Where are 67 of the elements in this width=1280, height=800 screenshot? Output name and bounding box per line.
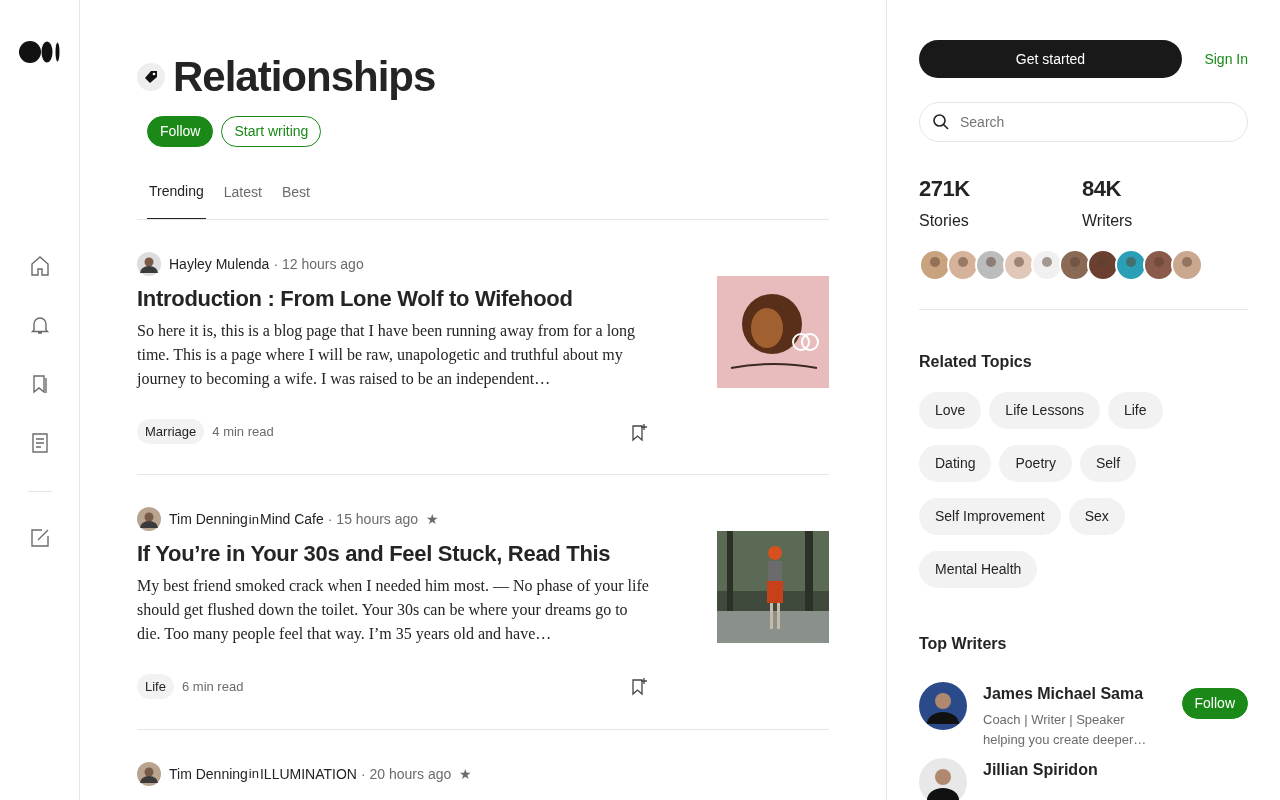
writer-avatar: [1143, 249, 1175, 281]
author-avatar: [137, 507, 161, 532]
topic-pill[interactable]: Sex: [1068, 498, 1125, 535]
read-time: 6 min read: [181, 677, 244, 696]
writer-bio: Coach | Writer | Speaker helping you create deeper…: [983, 711, 1148, 749]
article-title[interactable]: Introduction : From Lone Wolf to Wifehood: [137, 286, 649, 313]
writer-avatar: [1087, 249, 1119, 281]
get-started-button[interactable]: Get started: [919, 40, 1182, 78]
member-label: ★: [426, 509, 440, 529]
writer-name[interactable]: James Michael Sama: [983, 682, 1166, 706]
follow-button[interactable]: Follow: [147, 116, 214, 148]
author-name[interactable]: Hayley Mulenda: [169, 253, 270, 275]
author-name[interactable]: Tim Denning: [169, 508, 248, 530]
topic-pill[interactable]: Mental Health: [919, 551, 1038, 588]
in-label: in: [248, 765, 259, 784]
writer-avatar[interactable]: [919, 758, 967, 800]
topic-tag[interactable]: Life: [137, 673, 174, 700]
member-label: ★: [459, 764, 473, 784]
writer-avatar: [1003, 249, 1035, 281]
topic-pill[interactable]: Self: [1079, 445, 1137, 482]
author-avatar: [137, 762, 161, 787]
section-title: Related Topics: [919, 352, 1033, 372]
publication-name[interactable]: ILLUMINATION: [260, 763, 357, 785]
tab[interactable]: Latest: [221, 181, 264, 220]
writer-avatar: [919, 249, 951, 281]
publication-name[interactable]: Mind Cafe: [260, 508, 324, 530]
topic-title: Relationships: [173, 52, 436, 102]
stat-label: Stories: [919, 211, 970, 231]
writer-avatar[interactable]: [919, 682, 967, 730]
writer-avatar: [947, 249, 979, 281]
article-summary[interactable]: My best friend smoked crack when I needed him most. — No phase of your life should get flushed down the toilet. Your 30s can be where your dreams go to die. Too many people feel that way. I’m 35 years old and have…: [137, 573, 649, 646]
article-title[interactable]: If You’re in Your 30s and Feel Stuck, Read This: [137, 541, 649, 568]
writer-avatar: [975, 249, 1007, 281]
topic-pill[interactable]: Life: [1107, 392, 1163, 429]
stat-value: 271K: [919, 175, 971, 203]
writer-avatar: [1059, 249, 1091, 281]
tab[interactable]: Best: [279, 181, 312, 220]
topic-pill[interactable]: Dating: [919, 445, 992, 482]
author-avatar: [137, 252, 161, 277]
article-summary[interactable]: So here it is, this is a blog page that I have been running away from for a long time. This is a page where I will be raw, unapologetic and truthful about my journey to becoming a wife. I was raised to be an independent…: [137, 318, 649, 391]
topic-pill[interactable]: Poetry: [999, 445, 1072, 482]
follow-button[interactable]: Follow: [1181, 688, 1248, 719]
logo-icon[interactable]: [18, 40, 61, 64]
topic-pill[interactable]: Love: [919, 392, 982, 429]
writer-avatar: [1171, 249, 1203, 281]
post-time: · 20 hours ago: [360, 764, 452, 784]
start-writing-button[interactable]: Start writing: [221, 116, 322, 148]
sign-in-link[interactable]: Sign In: [1204, 48, 1248, 70]
search-icon: [932, 113, 950, 131]
post-time: · 15 hours ago: [327, 509, 419, 529]
bookmark-add-icon[interactable]: [631, 421, 649, 442]
bookmark-add-icon[interactable]: [631, 676, 649, 697]
tab[interactable]: Trending: [147, 181, 206, 220]
topic-pill[interactable]: Life Lessons: [989, 392, 1100, 429]
writer-avatar: [1031, 249, 1063, 281]
post-time: · 12 hours ago: [273, 254, 364, 274]
author-name[interactable]: Tim Denning: [169, 763, 248, 785]
tag-icon: [137, 63, 165, 92]
section-title: Top Writers: [919, 634, 1008, 654]
in-label: in: [248, 510, 259, 529]
writer-avatar: [1115, 249, 1147, 281]
topic-tag[interactable]: Marriage: [137, 418, 205, 445]
topic-pill[interactable]: Self Improvement: [919, 498, 1061, 535]
writer-name[interactable]: Jillian Spiridon: [983, 758, 1248, 782]
stat-label: Writers: [1082, 211, 1134, 231]
read-time: 4 min read: [212, 422, 274, 441]
stat-value: 84K: [1082, 175, 1122, 203]
